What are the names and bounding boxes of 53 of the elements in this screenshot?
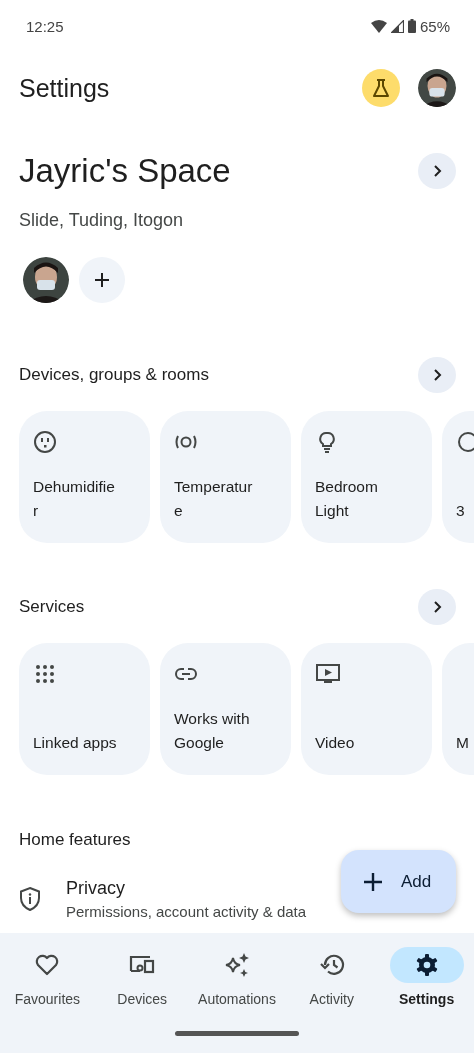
wifi-icon <box>370 19 387 33</box>
shield-icon <box>19 886 41 912</box>
sparkle-icon <box>223 952 251 978</box>
history-icon <box>318 953 345 977</box>
tile[interactable]: Temperature <box>160 411 291 543</box>
plus-icon <box>363 871 383 892</box>
home-name: Jayric's Space <box>19 152 231 190</box>
nav-tab[interactable]: Devices <box>96 947 189 1007</box>
tile[interactable]: Linked apps <box>19 643 150 775</box>
plus-icon <box>94 272 110 288</box>
labs-button[interactable] <box>362 69 400 107</box>
tile[interactable]: M <box>442 643 474 775</box>
tile[interactable]: 3 <box>442 411 474 543</box>
tile-label: M <box>456 733 470 753</box>
outlet-icon <box>33 430 57 454</box>
home-address: Slide, Tuding, Itogon <box>19 210 185 231</box>
nav-tab[interactable]: Settings <box>380 947 473 1007</box>
signal-icon <box>390 19 404 33</box>
feature-subtitle: Permissions, account activity & data <box>66 903 307 920</box>
nav-tab[interactable]: Automations <box>191 947 283 1007</box>
tile-label: Linked apps <box>33 733 118 753</box>
status-time: 12:25 <box>26 17 64 35</box>
tile[interactable]: Dehumidifier <box>19 411 150 543</box>
tile[interactable]: Works with Google <box>160 643 291 775</box>
battery-icon <box>407 19 416 33</box>
chevron-button[interactable] <box>418 357 456 393</box>
tile-label: Video <box>315 733 356 753</box>
gesture-handle[interactable] <box>175 1031 299 1036</box>
tile-label: Works with Google <box>174 709 251 753</box>
tile[interactable]: Video <box>301 643 432 775</box>
chevron-button[interactable] <box>418 589 456 625</box>
nav-tab[interactable]: Favourites <box>1 947 94 1007</box>
tile-label: 3 <box>456 501 466 521</box>
tile-label: Dehumidifier <box>33 477 116 521</box>
feature-title[interactable]: Privacy <box>66 878 307 899</box>
section-title: Home features <box>19 830 132 850</box>
page-title: Settings <box>19 73 110 103</box>
device-icon <box>456 430 474 454</box>
nav-tab[interactable]: Activity <box>285 947 378 1007</box>
apps-grid-icon <box>33 662 57 686</box>
tile[interactable]: Bedroom Light <box>301 411 432 543</box>
chevron-button[interactable] <box>418 153 456 189</box>
flask-icon <box>371 78 391 98</box>
tile-label: Temperature <box>174 477 254 521</box>
tile-label: Bedroom Light <box>315 477 379 521</box>
section-title: Services <box>19 597 85 617</box>
battery-level: 65% <box>419 17 450 35</box>
add-member-button[interactable] <box>79 257 125 303</box>
video-icon <box>315 662 341 686</box>
settings-icon <box>414 953 439 977</box>
section-title: Devices, groups & rooms <box>19 365 209 385</box>
add-button[interactable]: Add <box>341 850 456 913</box>
heart-icon <box>34 953 61 977</box>
